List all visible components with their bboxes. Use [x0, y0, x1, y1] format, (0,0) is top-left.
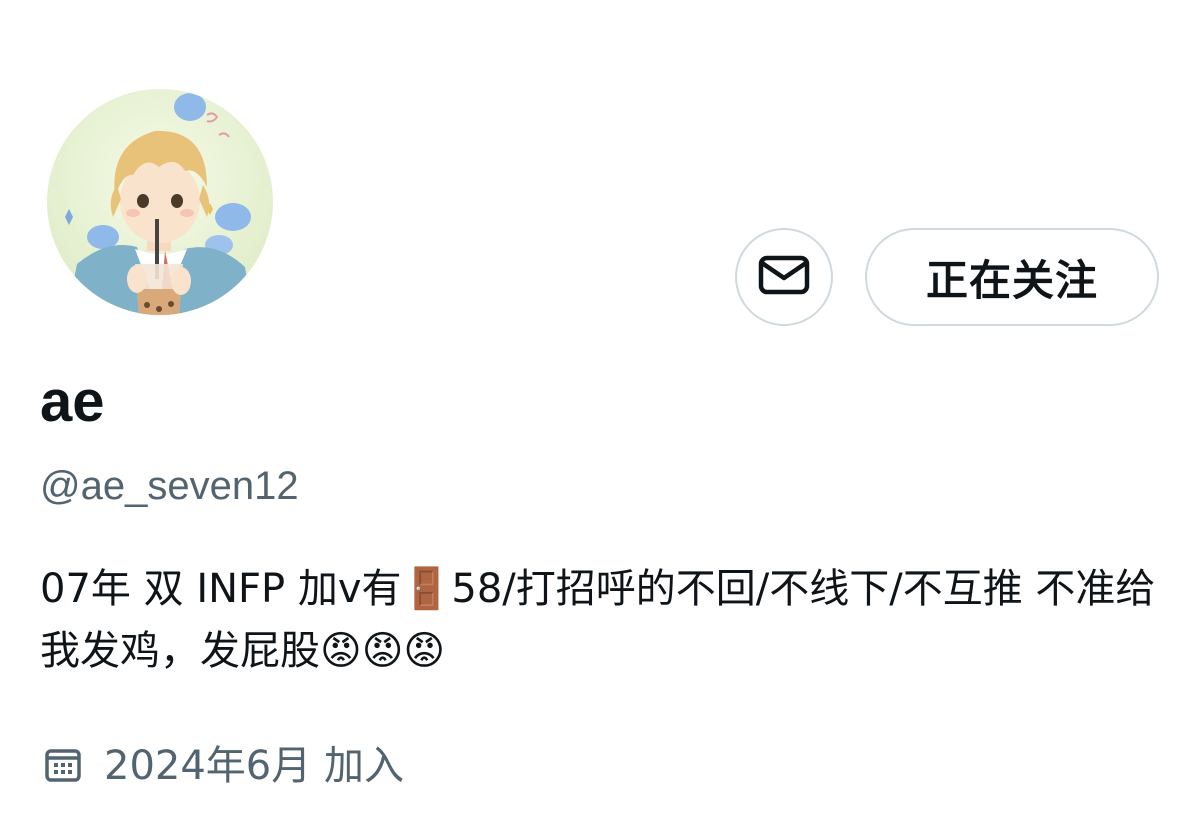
- following-button[interactable]: 正在关注: [865, 228, 1159, 326]
- display-name: ae: [40, 369, 105, 434]
- calendar-icon: [44, 745, 82, 788]
- following-button-label: 正在关注: [925, 255, 1098, 305]
- profile-avatar[interactable]: [47, 89, 273, 315]
- message-button[interactable]: [735, 228, 833, 326]
- join-date: 2024年6月 加入: [44, 736, 404, 796]
- profile-bio: 07年 双 INFP 加v有🚪58/打招呼的不回/不线下/不互推 不准给我发鸡，…: [40, 566, 1156, 674]
- user-handle: @ae_seven12: [40, 464, 299, 508]
- join-date-text: 2024年6月 加入: [104, 743, 404, 789]
- mail-icon: [758, 255, 810, 300]
